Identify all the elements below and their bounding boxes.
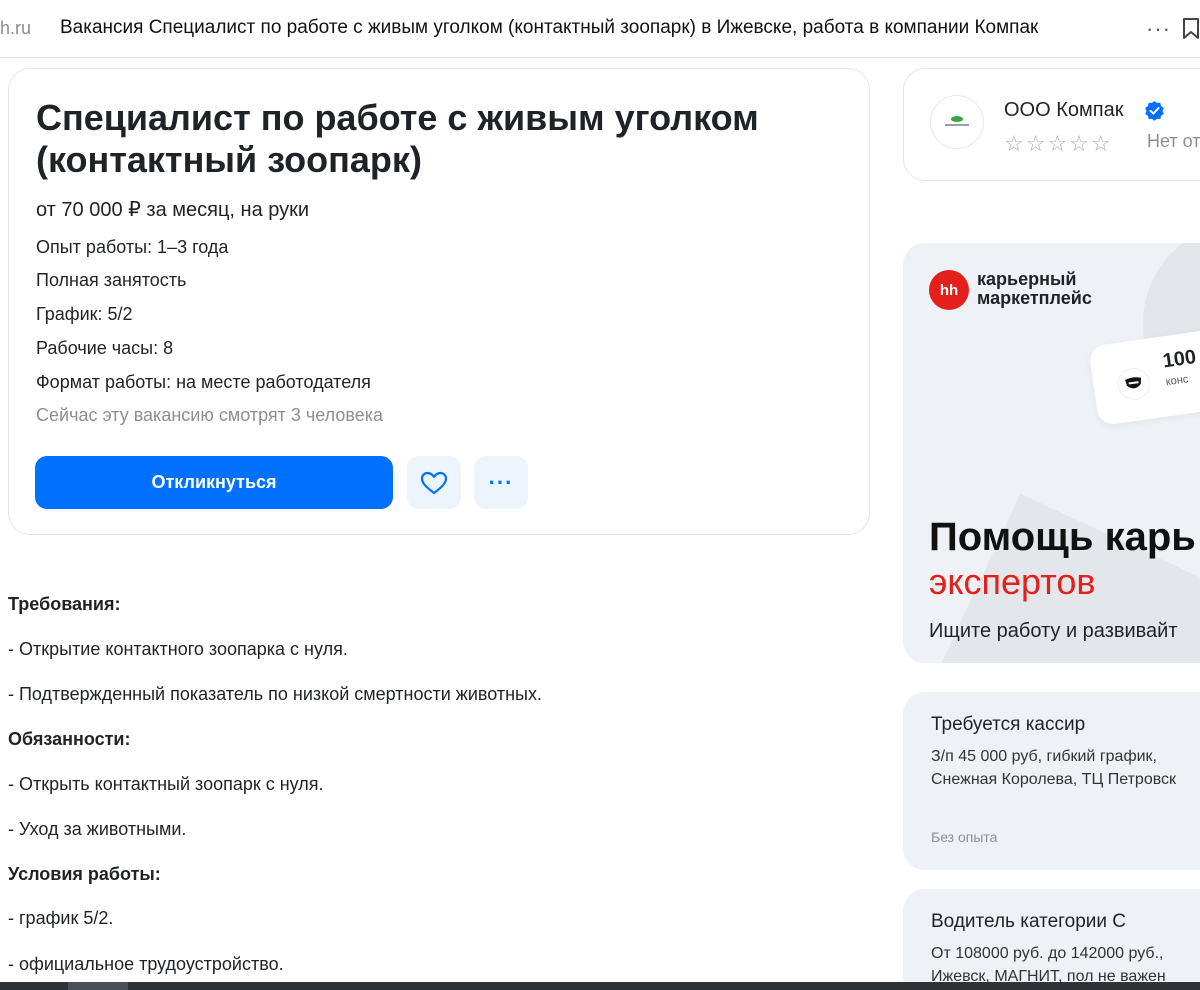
heart-icon [420,471,448,494]
hh-logo: hh [929,270,969,310]
promo-headline: Помощь карь [929,515,1196,559]
vacancy-employment: Полная занятость [36,270,187,290]
promo-subtitle: Ищите работу и развивайт [929,620,1178,642]
browser-domain[interactable]: h.ru [0,18,31,39]
job-experience: Без опыта [931,829,998,845]
duties-heading: Обязанности: [8,729,131,749]
vacancy-hours: Рабочие часы: 8 [36,338,174,358]
company-logo-icon [945,116,969,126]
mask-icon [1115,365,1152,402]
requirement-item: - Открытие контактного зоопарка с нуля. [8,639,348,659]
taskbar [0,982,1200,990]
condition-item: - график 5/2. [8,908,114,928]
job-title[interactable]: Требуется кассир [931,714,1085,736]
promo-badge-caption: конс [1165,373,1190,389]
apply-button[interactable]: Откликнуться [35,456,393,509]
favorite-button[interactable] [407,456,461,509]
vacancy-card: Специалист по работе с живым уголком (ко… [8,68,870,535]
taskbar-item[interactable] [68,982,128,990]
conditions-heading: Условия работы: [8,864,161,884]
duty-item: - Уход за животными. [8,819,187,839]
promo-badge: 100 конс [1088,325,1200,427]
requirement-item: - Подтвержденный показатель по низкой см… [8,684,542,704]
company-logo [930,95,984,149]
bookmark-icon[interactable] [1182,18,1200,40]
vacancy-salary: от 70 000 ₽ за месяц, на руки [36,199,310,221]
similar-job-card[interactable]: Водитель категории С От 108000 руб. до 1… [903,889,1200,990]
similar-job-card[interactable]: Требуется кассир З/п 45 000 руб, гибкий … [903,692,1200,870]
reviews-status: Нет от [1147,131,1200,151]
duty-item: - Открыть контактный зоопарк с нуля. [8,774,324,794]
promo-brand: карьерный маркетплейс [977,269,1092,308]
company-card[interactable]: ООО Компак ☆☆☆☆☆ Нет от [903,68,1200,181]
requirements-heading: Требования: [8,594,121,614]
browser-more-icon[interactable]: ··· [1146,16,1171,42]
vacancy-viewers: Сейчас эту вакансию смотрят 3 человека [36,405,384,425]
rating-stars: ☆☆☆☆☆ [1004,131,1113,156]
vacancy-experience: Опыт работы: 1–3 года [36,237,229,257]
verified-icon [1145,101,1164,121]
company-name[interactable]: ООО Компак [1004,99,1123,122]
browser-top-bar: h.ru Вакансия Специалист по работе с жив… [0,0,1200,58]
browser-page-title: Вакансия Специалист по работе с живым уг… [60,17,1039,38]
vacancy-title: Специалист по работе с живым уголком (ко… [36,97,759,180]
promo-badge-number: 100 [1161,346,1198,373]
promo-headline-accent: экспертов [929,561,1096,602]
job-title[interactable]: Водитель категории С [931,911,1126,933]
job-description: З/п 45 000 руб, гибкий график, Снежная К… [931,748,1177,788]
more-options-button[interactable]: ··· [474,456,528,509]
vacancy-schedule: График: 5/2 [36,304,133,324]
promo-banner[interactable]: hh карьерный маркетплейс 100 конс Помощь… [903,243,1200,663]
vacancy-format: Формат работы: на месте работодателя [36,372,371,392]
condition-item: - официальное трудоустройство. [8,954,284,974]
